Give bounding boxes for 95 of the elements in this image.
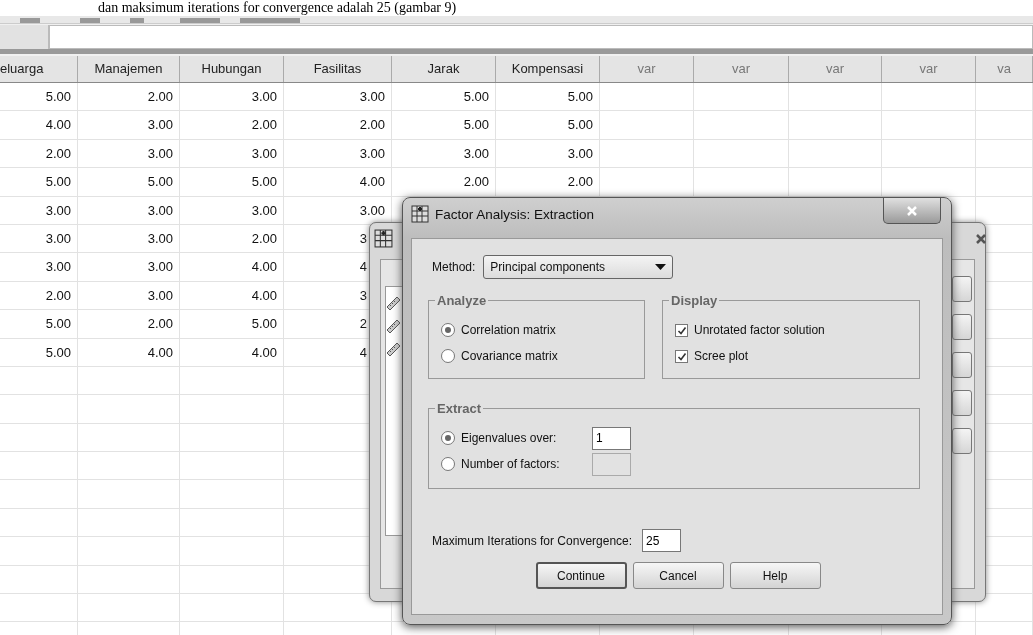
caret-icon [655, 264, 667, 270]
max-iterations-field[interactable]: 25 [642, 529, 682, 552]
dialog-title: Factor Analysis: Extraction [435, 206, 595, 222]
column-header[interactable]: Hubungan [180, 56, 284, 82]
column-header[interactable]: eluarga [0, 56, 78, 82]
button[interactable] [952, 352, 972, 378]
table-cell: 2.00 [0, 281, 78, 310]
table-cell: 3.00 [0, 196, 78, 224]
option-label: Unrotated factor solution [694, 323, 825, 337]
table-cell: 3.00 [180, 196, 284, 224]
value-field[interactable]: 1 [592, 426, 631, 450]
table-cell: 5.00 [392, 111, 496, 139]
caption-text: dan maksimum iterations for convergence adalah 25 (gambar 9) [0, 0, 1033, 16]
grid-icon [411, 205, 429, 223]
checkbox[interactable] [675, 323, 688, 337]
table-cell: 4.00 [78, 338, 180, 366]
cell-editor-field[interactable] [49, 25, 1033, 49]
dialog-button[interactable]: Continue [535, 562, 627, 589]
table-cell: 2.00 [0, 139, 78, 168]
radio-button[interactable] [441, 323, 455, 337]
grid-icon [374, 229, 393, 248]
table-cell: 3.00 [78, 139, 180, 168]
table-cell: 2.00 [284, 111, 392, 139]
table-cell: 5.00 [180, 168, 284, 196]
table-cell: 3.00 [180, 83, 284, 111]
column-header[interactable]: var [600, 56, 694, 82]
table-cell: 4.00 [0, 111, 78, 139]
table-cell: 4.00 [180, 253, 284, 281]
column-header[interactable]: var [789, 56, 882, 82]
radio-button[interactable] [441, 349, 455, 363]
table-cell: 3.00 [0, 253, 78, 281]
table-cell: 5.00 [0, 310, 78, 338]
table-cell: 3.00 [78, 111, 180, 139]
group-title: Analyze [436, 293, 488, 308]
ruler-icon [386, 295, 401, 311]
close-icon [906, 205, 918, 216]
check-icon [676, 325, 687, 335]
radio-button[interactable] [441, 431, 455, 445]
max-iterations-label: Maximum Iterations for Convergence: [432, 533, 633, 548]
checkbox[interactable] [675, 349, 688, 363]
method-label: Method: [432, 260, 476, 274]
table-cell: 2.00 [180, 224, 284, 253]
dialog-button[interactable]: Help [729, 562, 821, 589]
table-cell: 2.00 [392, 168, 496, 196]
table-cell: 3.00 [284, 139, 392, 168]
group-title: Display [670, 293, 719, 308]
option-label: Eigenvalues over: [461, 431, 557, 445]
dialog-button[interactable]: Cancel [632, 562, 724, 589]
column-header[interactable]: Kompensasi [496, 56, 600, 82]
button[interactable] [952, 314, 972, 340]
option-label: Covariance matrix [461, 349, 558, 363]
table-cell: 5.00 [78, 168, 180, 196]
table-cell: 5.00 [0, 83, 78, 111]
column-header[interactable]: Fasilitas [284, 56, 392, 82]
table-cell: 4.00 [180, 281, 284, 310]
table-cell: 3.00 [78, 224, 180, 253]
button[interactable] [952, 276, 972, 302]
option-label: Number of factors: [461, 457, 560, 471]
column-header[interactable]: va [976, 56, 1033, 82]
table-cell: 2.00 [180, 111, 284, 139]
table-cell: 3.00 [78, 281, 180, 310]
method-dropdown[interactable]: Principal components [483, 255, 674, 279]
table-cell: 4.00 [284, 168, 392, 196]
table-cell: 3.00 [496, 139, 600, 168]
table-cell: 4.00 [180, 338, 284, 366]
group-title: Extract [436, 401, 483, 416]
check-icon [676, 351, 687, 361]
table-cell: 5.00 [0, 168, 78, 196]
table-cell: 2.00 [78, 83, 180, 111]
table-cell: 2.00 [78, 310, 180, 338]
table-cell: 3.00 [284, 83, 392, 111]
table-cell: 3.00 [0, 224, 78, 253]
table-cell: 5.00 [0, 338, 78, 366]
button[interactable] [952, 390, 972, 416]
column-header[interactable]: Manajemen [78, 56, 180, 82]
option-label: Scree plot [694, 349, 749, 363]
column-header[interactable]: Jarak [392, 56, 496, 82]
table-cell: 3.00 [78, 253, 180, 281]
button[interactable] [952, 428, 972, 454]
ruler-icon [386, 318, 401, 334]
table-cell: 5.00 [180, 310, 284, 338]
table-cell: 3.00 [78, 196, 180, 224]
table-cell: 5.00 [392, 83, 496, 111]
close-button[interactable] [883, 198, 941, 224]
close-icon[interactable] [975, 233, 987, 245]
table-cell: 3.00 [392, 139, 496, 168]
table-cell: 3.00 [180, 139, 284, 168]
variable-list[interactable] [385, 286, 402, 536]
option-label: Correlation matrix [461, 323, 556, 337]
column-header[interactable]: var [882, 56, 976, 82]
table-cell: 5.00 [496, 111, 600, 139]
column-header[interactable]: var [694, 56, 789, 82]
table-cell: 2.00 [496, 168, 600, 196]
ruler-icon [386, 341, 401, 357]
table-cell: 5.00 [496, 83, 600, 111]
